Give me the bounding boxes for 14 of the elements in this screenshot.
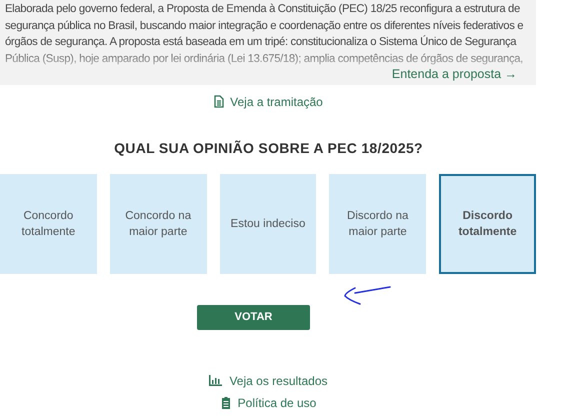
proposal-link[interactable]: Entenda a proposta → (392, 65, 517, 84)
opinion-option[interactable]: Estou indeciso (220, 174, 316, 274)
clipboard-icon (220, 396, 231, 410)
question-heading: QUAL SUA OPINIÃO SOBRE A PEC 18/2025? (113, 138, 424, 158)
vote-button[interactable]: VOTAR (197, 304, 310, 330)
bar-chart-icon (209, 375, 222, 386)
opinion-option[interactable]: Discordo na maior parte (329, 174, 426, 274)
opinion-option[interactable]: Discordo totalmente (439, 174, 536, 274)
footer-link[interactable]: Política de uso (220, 394, 316, 412)
footer-link[interactable]: Veja os resultados (209, 372, 328, 390)
document-icon (214, 95, 224, 108)
tramitacao-link[interactable]: Veja a tramitação (214, 92, 323, 111)
opinion-option[interactable]: Concordo na maior parte (110, 174, 207, 274)
opinion-option[interactable]: Concordo totalmente (0, 174, 97, 274)
